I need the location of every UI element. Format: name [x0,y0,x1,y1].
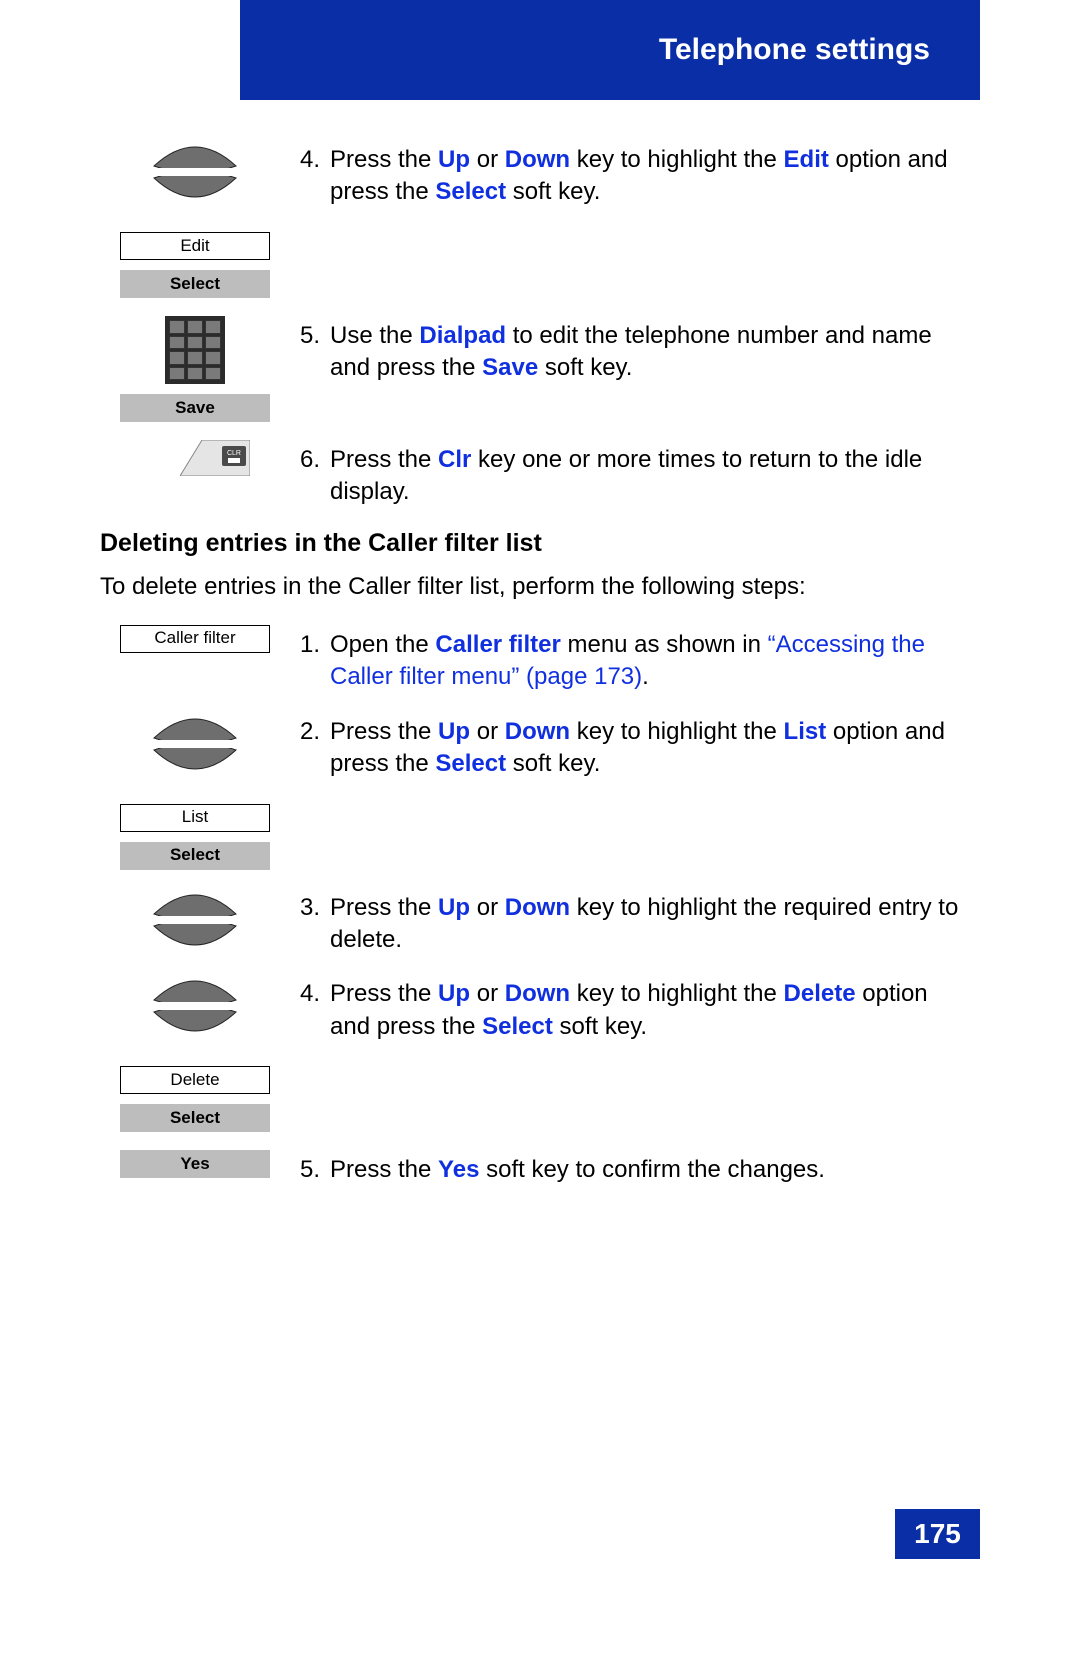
step-text: Press the Yes soft key to confirm the ch… [330,1154,970,1186]
text: soft key. [538,354,632,381]
step-number: 4. [290,978,320,1010]
keyword-down: Down [505,146,570,173]
text: or [470,718,505,745]
step-text: Press the Up or Down key to highlight th… [330,978,970,1043]
clr-key-icon: CLR [180,440,250,476]
keyword-save: Save [482,354,538,381]
step-number: 5. [290,1154,320,1186]
dialpad-icon [165,316,225,384]
text: key to highlight the [570,146,783,173]
text: soft key to confirm the changes. [479,1156,825,1183]
keyword-edit: Edit [784,146,829,173]
text: menu as shown in [561,631,768,658]
keyword-select: Select [435,178,506,205]
keyword-clr: Clr [438,446,471,473]
step-number: 3. [290,892,320,924]
keyword-up: Up [438,718,470,745]
step-number: 4. [290,144,320,176]
keyword-down: Down [505,894,570,921]
step-4-row: Edit Select 4. Press the Up or Down key … [100,140,970,298]
keyword-caller-filter: Caller filter [435,631,560,658]
text: key to highlight the [570,980,783,1007]
text: Press the [330,146,438,173]
delete-menu-label: Delete [120,1066,270,1094]
step-text: Use the Dialpad to edit the telephone nu… [330,320,970,385]
step-text: Press the Up or Down key to highlight th… [330,892,970,957]
step-text: Press the Up or Down key to highlight th… [330,716,970,781]
text: Use the [330,322,419,349]
up-down-key-icon [152,140,238,204]
keyword-dialpad: Dialpad [419,322,506,349]
section-heading: Deleting entries in the Caller filter li… [100,527,970,561]
page-content: Edit Select 4. Press the Up or Down key … [100,140,970,1205]
caller-filter-menu-label: Caller filter [120,625,270,653]
keyword-up: Up [438,146,470,173]
text: Press the [330,980,438,1007]
keyword-down: Down [505,980,570,1007]
keyword-yes: Yes [438,1156,479,1183]
select-softkey-label: Select [120,1104,270,1132]
save-softkey-label: Save [120,394,270,422]
up-down-key-icon [152,974,238,1038]
text: Press the [330,1156,438,1183]
text: soft key. [553,1013,647,1040]
text: or [470,980,505,1007]
keyword-up: Up [438,894,470,921]
text: . [642,663,649,690]
keyword-up: Up [438,980,470,1007]
text: Open the [330,631,435,658]
up-down-key-icon [152,888,238,952]
keyword-down: Down [505,718,570,745]
text: or [470,146,505,173]
s2-step-3-row: 3. Press the Up or Down key to highlight… [100,888,970,957]
keyword-select: Select [435,750,506,777]
step-5-row: Save 5. Use the Dialpad to edit the tele… [100,316,970,422]
step-number: 6. [290,444,320,476]
text: Press the [330,718,438,745]
up-down-key-icon [152,712,238,776]
header-title: Telephone settings [659,30,930,71]
edit-menu-label: Edit [120,232,270,260]
section-intro: To delete entries in the Caller filter l… [100,571,970,603]
s2-step-1-row: Caller filter 1. Open the Caller filter … [100,625,970,694]
s2-step-5-row: Yes 5. Press the Yes soft key to confirm… [100,1150,970,1186]
text: or [470,894,505,921]
text: key to highlight the [570,718,783,745]
text: Press the [330,894,438,921]
yes-softkey-label: Yes [120,1150,270,1178]
page-number-box: 175 [895,1509,980,1559]
step-text: Press the Clr key one or more times to r… [330,444,970,509]
select-softkey-label: Select [120,270,270,298]
keyword-select: Select [482,1013,553,1040]
step-number: 5. [290,320,320,352]
text: soft key. [506,178,600,205]
step-number: 2. [290,716,320,748]
s2-step-2-row: List Select 2. Press the Up or Down key … [100,712,970,870]
keyword-list: List [784,718,827,745]
svg-text:CLR: CLR [227,450,241,457]
list-menu-label: List [120,804,270,832]
step-6-row: CLR 6. Press the Clr key one or more tim… [100,440,970,509]
step-text: Open the Caller filter menu as shown in … [330,629,970,694]
header-bar: Telephone settings [240,0,980,100]
step-text: Press the Up or Down key to highlight th… [330,144,970,209]
text: Press the [330,446,438,473]
step-number: 1. [290,629,320,661]
s2-step-4-row: Delete Select 4. Press the Up or Down ke… [100,974,970,1132]
page-number: 175 [914,1515,961,1553]
keyword-delete: Delete [784,980,856,1007]
text: soft key. [506,750,600,777]
select-softkey-label: Select [120,842,270,870]
